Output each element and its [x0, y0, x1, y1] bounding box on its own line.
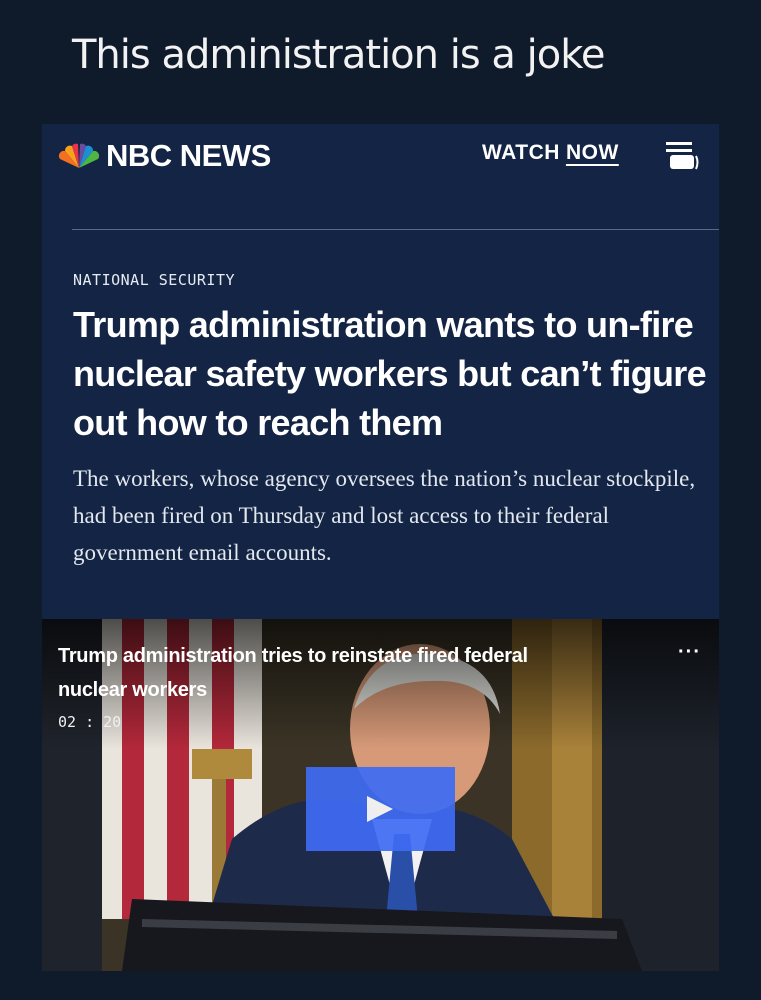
nbc-logo[interactable]: NBC NEWS: [56, 138, 271, 174]
watch-now-link[interactable]: WATCH NOW: [482, 141, 619, 165]
video-title[interactable]: Trump administration tries to reinstate …: [58, 639, 598, 707]
more-options-button[interactable]: ···: [678, 641, 701, 664]
peacock-icon: [58, 143, 100, 168]
article-card[interactable]: NBC NEWS WATCH NOW NATIONAL SECURITY Trum…: [42, 124, 719, 619]
play-icon: [367, 796, 393, 822]
brand-name: NBC NEWS: [106, 138, 271, 173]
nbc-navbar: NBC NEWS WATCH NOW: [42, 124, 719, 184]
play-button[interactable]: [306, 767, 455, 851]
post-caption: This administration is a joke: [72, 32, 606, 78]
video-duration: 02 : 20: [58, 713, 122, 731]
watch-label: WATCH: [482, 141, 560, 164]
section-kicker[interactable]: NATIONAL SECURITY: [73, 271, 235, 289]
divider: [72, 229, 719, 230]
menu-icon[interactable]: [662, 138, 700, 174]
now-label: NOW: [565, 141, 619, 164]
article-headline[interactable]: Trump administration wants to un-fire nu…: [73, 300, 713, 447]
video-player[interactable]: Trump administration tries to reinstate …: [42, 619, 719, 971]
article-dek: The workers, whose agency oversees the n…: [73, 466, 696, 565]
